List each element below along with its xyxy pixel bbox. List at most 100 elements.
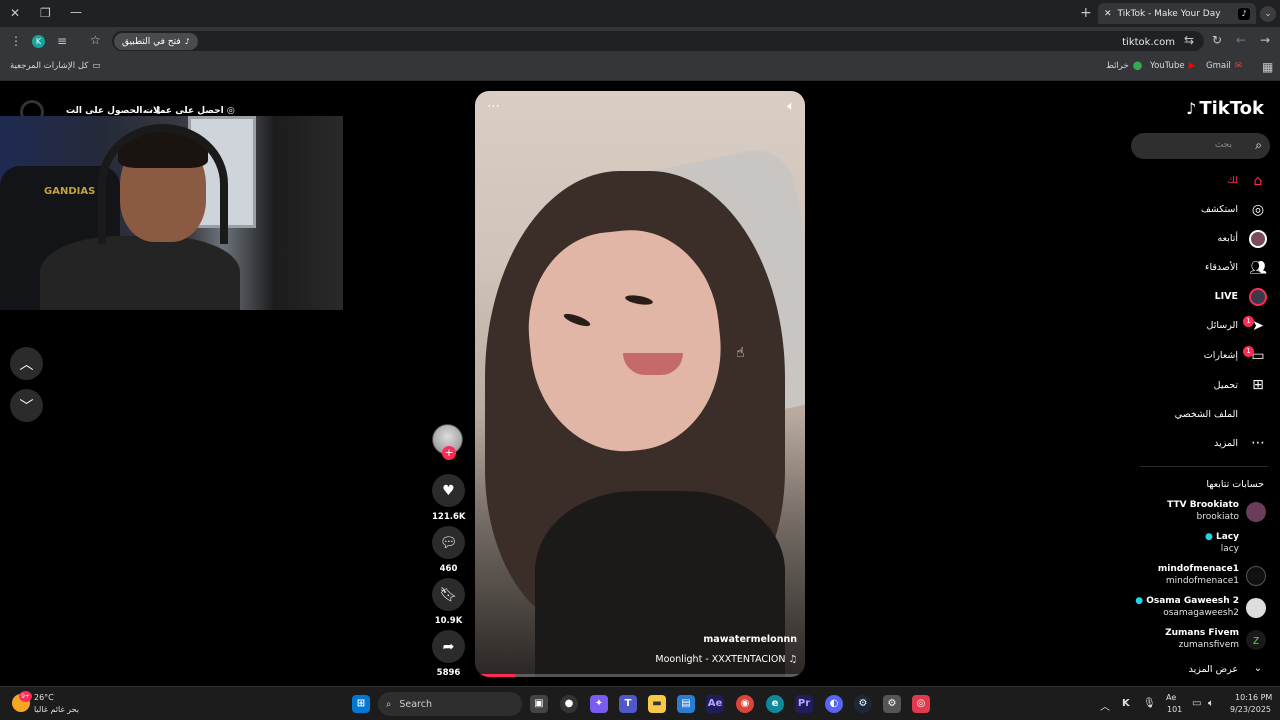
next-video-button[interactable]: ﹀	[10, 389, 43, 422]
task-view-icon[interactable]: ▣	[530, 695, 548, 713]
site-settings-icon[interactable]: ⇆	[1184, 34, 1194, 46]
nav-profile[interactable]: الملف الشخصي	[1175, 409, 1238, 420]
follow-avatar-2[interactable]	[1246, 566, 1266, 586]
more-dots-icon[interactable]: ⋯	[1249, 434, 1267, 452]
like-action[interactable]: ♥ 121.6K	[432, 474, 465, 522]
follow-name-2[interactable]: mindofmenace1	[1158, 564, 1239, 574]
creator-avatar-button[interactable]: +	[432, 424, 465, 460]
comment-action[interactable]: 💬︎ 460	[432, 526, 465, 574]
edge-icon[interactable]: e	[766, 695, 784, 713]
teams-icon[interactable]: T	[619, 695, 637, 713]
video-player[interactable]: ⋯ 🔈︎ mawatermelonnn Moonlight - XXXTENTA…	[475, 91, 805, 677]
volume-tray-icon[interactable]: 🔈︎	[1208, 698, 1214, 709]
webcam-overlay: GANDIAS	[0, 116, 343, 310]
nav-for-you[interactable]: لك	[1227, 175, 1238, 186]
app-icon-1[interactable]: ●	[560, 695, 578, 713]
share-action[interactable]: ➦ 5896	[432, 630, 465, 678]
nav-explore[interactable]: استكشف	[1201, 204, 1238, 215]
settings-icon[interactable]: ⚙	[883, 695, 901, 713]
following-avatar[interactable]	[1249, 230, 1267, 248]
premiere-icon[interactable]: Pr	[795, 695, 813, 713]
follow-avatar-0[interactable]	[1246, 502, 1266, 522]
url-field[interactable]	[112, 31, 1204, 51]
save-action[interactable]: 🔖︎ 10.9K	[432, 578, 465, 626]
search-icon[interactable]: ⌕	[1255, 138, 1262, 153]
follow-avatar-3[interactable]	[1246, 598, 1266, 618]
apps-grid-icon[interactable]: ▦	[1262, 61, 1273, 73]
bookmark-star-icon[interactable]: ☆	[90, 34, 101, 46]
nav-upload[interactable]: تحميل	[1214, 380, 1238, 391]
new-tab-icon[interactable]: +	[1080, 6, 1092, 20]
tab-search-icon[interactable]: ⌄	[1260, 6, 1276, 22]
microphone-icon[interactable]: 🎙︎	[1143, 698, 1156, 709]
chrome-icon[interactable]: ◉	[736, 695, 754, 713]
restore-window-icon[interactable]: ❐	[40, 7, 51, 19]
bookmark-gmail[interactable]: Gmail ✉	[1206, 61, 1242, 71]
file-explorer-icon[interactable]: ▬	[648, 695, 666, 713]
url-text[interactable]: tiktok.com	[1122, 37, 1175, 48]
chevron-down-icon[interactable]: ⌄	[1249, 660, 1267, 678]
live-avatar[interactable]	[1249, 288, 1267, 306]
video-progress-bar[interactable]	[475, 674, 805, 677]
friends-icon[interactable]: 👥︎	[1249, 259, 1267, 277]
more-options-icon[interactable]: ⋯	[487, 99, 500, 114]
reload-icon[interactable]: ↻	[1212, 34, 1222, 46]
app-red-icon[interactable]: ◎	[912, 695, 930, 713]
clock-time[interactable]: 10:16 PM	[1235, 693, 1272, 702]
share-icon[interactable]: ➦	[432, 630, 465, 663]
bookmark-icon[interactable]: 🔖︎	[432, 578, 465, 611]
close-window-icon[interactable]: ✕	[10, 7, 20, 19]
video-author[interactable]: mawatermelonnn	[703, 634, 797, 645]
home-icon[interactable]: ⌂	[1249, 172, 1267, 190]
back-icon[interactable]: ←	[1236, 34, 1246, 46]
follow-avatar-4[interactable]: z	[1246, 630, 1266, 650]
compass-icon[interactable]: ◎	[1249, 201, 1267, 219]
copilot-icon[interactable]: ✦	[590, 695, 608, 713]
windows-start-icon[interactable]: ⊞	[352, 695, 370, 713]
follow-name-3[interactable]: ● Osama Gaweesh 2	[1135, 596, 1239, 606]
comment-icon[interactable]: 💬︎	[432, 526, 465, 559]
get-app-link[interactable]: الحصول على الت... ▯	[66, 106, 161, 116]
after-effects-icon[interactable]: Ae	[706, 695, 724, 713]
upload-icon[interactable]: ⊞	[1249, 376, 1267, 394]
bookmark-maps[interactable]: خرائط ⬤	[1106, 61, 1142, 71]
tray-app-icon[interactable]: K	[1122, 698, 1130, 709]
language-indicator[interactable]: Ae	[1166, 693, 1176, 702]
see-more-link[interactable]: عرض المزيد	[1189, 664, 1238, 675]
network-icon[interactable]: ▭	[1192, 698, 1201, 709]
gmail-label: Gmail	[1206, 61, 1231, 71]
profile-avatar[interactable]: K	[32, 35, 45, 48]
discord-icon[interactable]: ◐	[825, 695, 843, 713]
tab-tiktok[interactable]: ✕ TikTok - Make Your Day ♪	[1098, 3, 1256, 24]
close-tab-icon[interactable]: ✕	[1104, 9, 1112, 19]
bookmark-youtube[interactable]: YouTube ▶	[1150, 61, 1195, 71]
reading-list-icon[interactable]: ≡	[57, 35, 67, 47]
nav-live[interactable]: LIVE	[1215, 291, 1238, 302]
all-bookmarks-link[interactable]: كل الإشارات المرجعية ▭	[10, 61, 100, 71]
nav-following[interactable]: أتابعه	[1218, 233, 1239, 244]
forward-icon[interactable]: →	[1260, 34, 1270, 46]
nav-friends[interactable]: الأصدقاء	[1205, 262, 1238, 273]
steam-icon[interactable]: ⚙	[854, 695, 872, 713]
heart-icon[interactable]: ♥	[432, 474, 465, 507]
weather-temp[interactable]: 26°C	[34, 693, 54, 702]
follow-plus-icon[interactable]: +	[442, 446, 456, 460]
follow-name-4[interactable]: Zumans Fivem	[1165, 628, 1239, 638]
nav-activity[interactable]: إشعارات	[1204, 350, 1238, 361]
chevron-down-icon: ﹀	[19, 398, 34, 415]
nav-messages[interactable]: الرسائل	[1207, 320, 1238, 331]
store-icon[interactable]: ▤	[677, 695, 695, 713]
taskbar-search[interactable]: ⌕ Search	[378, 692, 522, 716]
previous-video-button[interactable]: ︿	[10, 347, 43, 380]
minimize-window-icon[interactable]: —	[70, 6, 82, 18]
tiktok-logo[interactable]: ♪ TikTok	[1186, 98, 1264, 119]
open-in-app-button[interactable]: فتح في التطبيق ♪	[114, 33, 198, 50]
video-music[interactable]: Moonlight - XXXTENTACION ♫	[655, 654, 797, 665]
follow-name-0[interactable]: TTV Brookiato	[1167, 500, 1239, 510]
nav-more[interactable]: المزيد	[1214, 438, 1238, 449]
menu-kebab-icon[interactable]: ⋮	[10, 35, 22, 47]
volume-icon[interactable]: 🔈︎	[787, 99, 795, 114]
tray-chevron-icon[interactable]: ︿	[1100, 698, 1110, 713]
follow-name-1[interactable]: ● Lacy	[1205, 532, 1239, 542]
search-input[interactable]: بحث ⌕	[1131, 133, 1270, 159]
